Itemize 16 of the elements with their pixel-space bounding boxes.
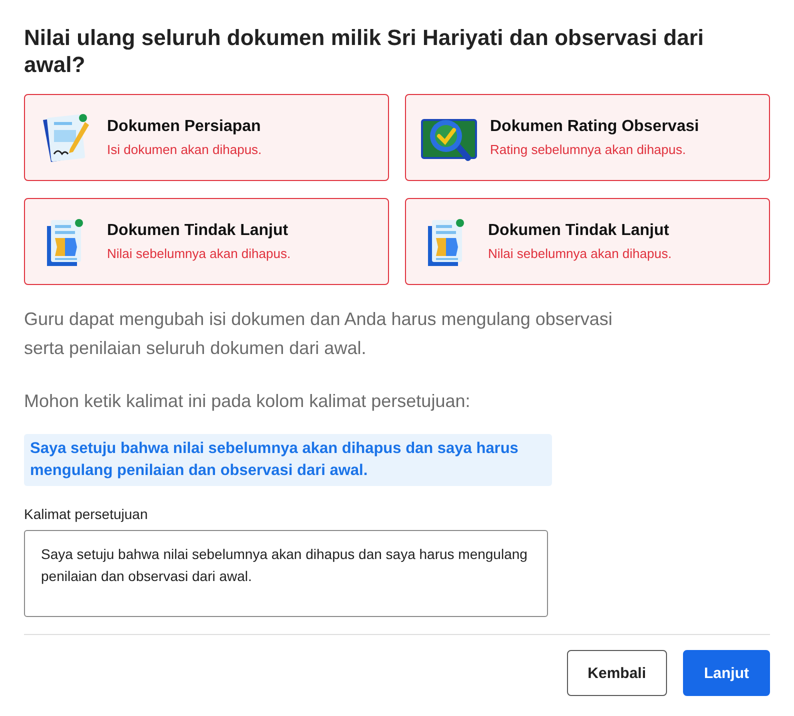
back-button[interactable]: Kembali	[566, 650, 667, 696]
agreement-sentence: Saya setuju bahwa nilai sebelumnya akan dihapus dan saya harus mengulang penilaian dan observasi dari awal.	[24, 434, 552, 486]
warning-text: Rating sebelumnya akan dihapus.	[490, 142, 687, 157]
continue-button[interactable]: Lanjut	[683, 650, 770, 696]
field-label: Kalimat persetujuan	[24, 506, 149, 522]
instruction-text: Mohon ketik kalimat ini pada kolom kalimat persetujuan:	[24, 391, 472, 412]
document-name: Dokumen Rating Observasi	[490, 118, 699, 136]
document-name: Dokumen Tindak Lanjut	[107, 222, 290, 240]
dialog-title: Nilai ulang seluruh dokumen milik Sri Hariyati dan observasi dari awal?	[24, 24, 705, 78]
document-name: Dokumen Persiapan	[107, 118, 262, 136]
warning-text: Isi dokumen akan dihapus.	[107, 142, 262, 157]
description-text: Guru dapat mengubah isi dokumen dan Anda harus mengulang observasi serta penilaian seluruh dokumen dari awal.	[24, 308, 614, 360]
warning-text: Nilai sebelumnya akan dihapus.	[488, 246, 672, 261]
agreement-field[interactable]: Saya setuju bahwa nilai sebelumnya akan dihapus dan saya harus mengulang penilaian dan observasi dari awal.	[24, 530, 548, 617]
document-name: Dokumen Tindak Lanjut	[488, 222, 670, 240]
warning-text: Nilai sebelumnya akan dihapus.	[107, 246, 291, 261]
